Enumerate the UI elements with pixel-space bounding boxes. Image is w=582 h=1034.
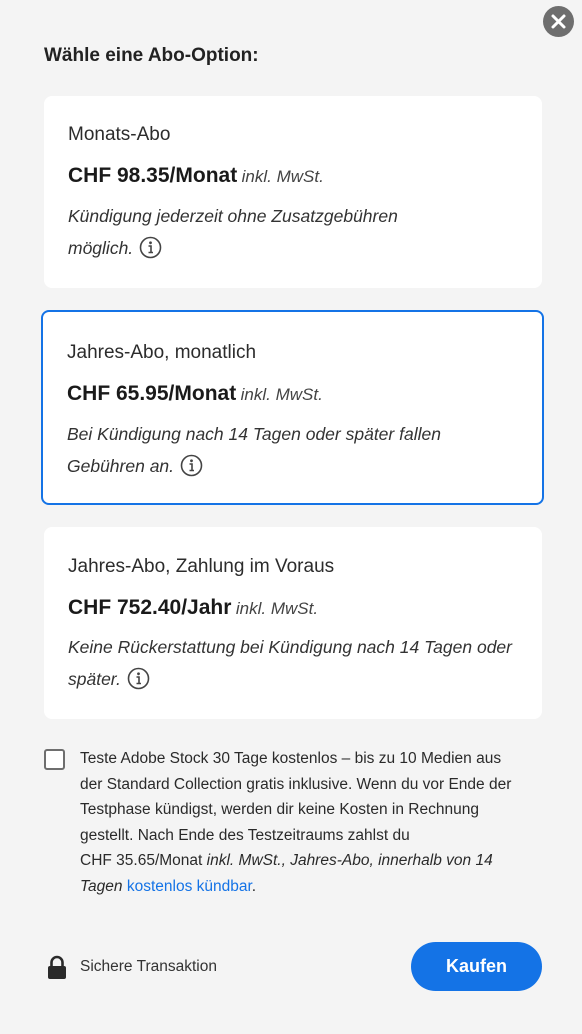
plan-note: Keine Rückerstattung bei Kündigung nach …	[68, 631, 528, 700]
secure-label: Sichere Transaktion	[80, 958, 217, 975]
cancel-free-link[interactable]: kostenlos kündbar	[127, 878, 252, 895]
plan-note-line: möglich.	[68, 232, 528, 269]
plan-name: Monats-Abo	[68, 124, 171, 145]
plan-price: CHF 65.95/Monat	[67, 382, 237, 405]
plan-note-line: Kündigung jederzeit ohne Zusatzgebühren	[68, 206, 398, 226]
lock-icon	[48, 955, 66, 979]
trial-checkbox[interactable]	[44, 749, 65, 770]
plan-price: CHF 752.40/Jahr	[68, 596, 232, 619]
info-icon[interactable]	[139, 236, 162, 269]
plan-price-row: CHF 752.40/Jahr inkl. MwSt.	[68, 596, 318, 620]
plan-note: Kündigung jederzeit ohne Zusatzgebühren …	[68, 200, 528, 269]
plan-note-line: später.	[68, 663, 528, 700]
plan-card-monthly[interactable]: Monats-Abo CHF 98.35/Monat inkl. MwSt. K…	[44, 96, 542, 288]
plan-price: CHF 98.35/Monat	[68, 164, 238, 187]
info-icon[interactable]	[127, 667, 150, 700]
plan-note: Bei Kündigung nach 14 Tagen oder später …	[67, 418, 527, 487]
plan-tax: inkl. MwSt.	[235, 599, 319, 618]
plan-price-row: CHF 65.95/Monat inkl. MwSt.	[67, 382, 323, 406]
trial-description: Teste Adobe Stock 30 Tage kostenlos – bi…	[80, 750, 512, 895]
plan-note-line: Gebühren an.	[67, 450, 527, 487]
close-icon	[551, 14, 566, 29]
plan-card-annual-prepaid[interactable]: Jahres-Abo, Zahlung im Voraus CHF 752.40…	[44, 527, 542, 719]
secure-transaction: Sichere Transaktion	[46, 955, 217, 981]
plan-price-row: CHF 98.35/Monat inkl. MwSt.	[68, 164, 324, 188]
info-icon[interactable]	[180, 454, 203, 487]
plan-note-line: Bei Kündigung nach 14 Tagen oder später …	[67, 424, 441, 444]
plan-note-line: Keine Rückerstattung bei Kündigung nach …	[68, 637, 512, 657]
close-button[interactable]	[543, 6, 574, 37]
plan-tax: inkl. MwSt.	[240, 385, 323, 404]
buy-button[interactable]: Kaufen	[411, 942, 542, 991]
page-title: Wähle eine Abo-Option:	[44, 45, 259, 66]
plan-tax: inkl. MwSt.	[241, 167, 324, 186]
plan-card-annual-monthly[interactable]: Jahres-Abo, monatlich CHF 65.95/Monat in…	[41, 310, 544, 505]
plan-name: Jahres-Abo, Zahlung im Voraus	[68, 556, 335, 577]
plan-name: Jahres-Abo, monatlich	[67, 342, 257, 363]
